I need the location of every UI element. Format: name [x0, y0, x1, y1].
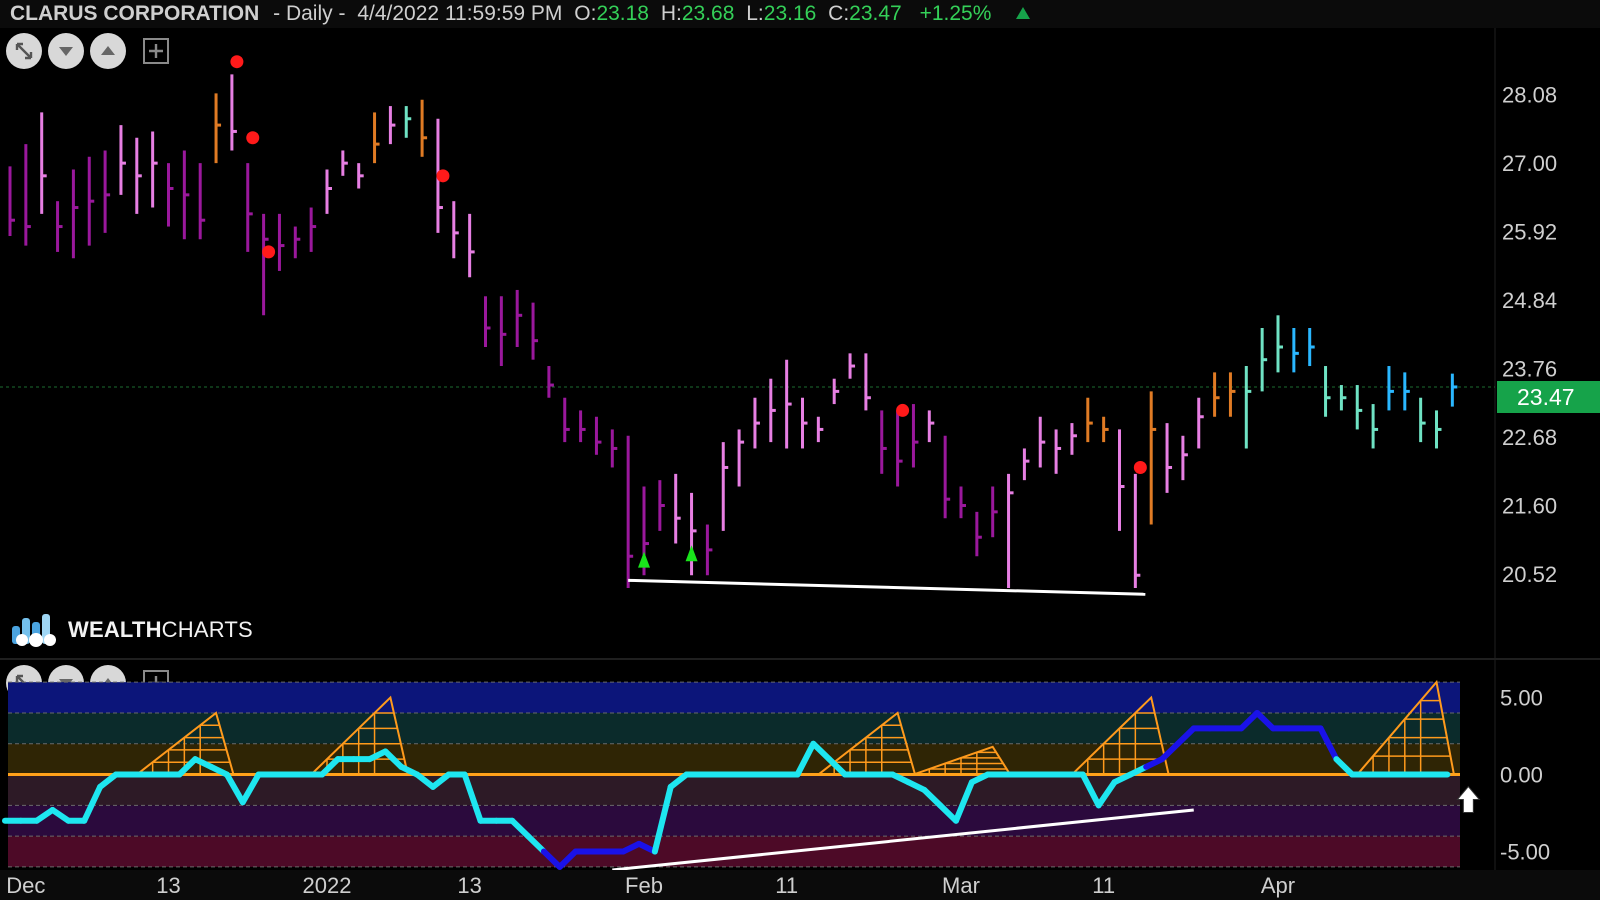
date-axis: Dec 13 2022 13 Feb 11 Mar 11 Apr: [0, 870, 1600, 900]
price-chart[interactable]: 28.08 27.00 25.92 24.84 23.76 22.68 21.60 20.52…: [0, 0, 1600, 900]
date-axis-tick-label: 11: [1092, 873, 1115, 898]
price-axis-tick-label: 20.52: [1502, 562, 1557, 587]
oscillator-axis-tick-label: 5.00: [1500, 686, 1543, 711]
date-axis-tick-label: 13: [156, 873, 180, 898]
oscillator-axis-tick-label: -5.00: [1500, 840, 1550, 865]
date-axis-tick-label: Mar: [942, 873, 980, 898]
wealthcharts-logo: WEALTHCHARTS: [10, 612, 253, 648]
red-dot-signal: [1133, 460, 1147, 474]
oscillator-band: [8, 774, 1460, 806]
price-axis-tick-label: 27.00: [1502, 151, 1557, 176]
red-dot-signal: [896, 403, 910, 417]
grid-lines: [0, 28, 1600, 870]
date-axis-tick-label: 11: [775, 873, 798, 898]
price-axis: 28.08 27.00 25.92 24.84 23.76 22.68 21.60 20.52: [1502, 83, 1557, 587]
arrow-up-icon: [1456, 785, 1481, 814]
date-axis-tick-label: 2022: [303, 873, 352, 898]
red-dot-signal: [230, 55, 244, 69]
red-dot-signal: [436, 169, 450, 183]
date-axis-tick-label: Dec: [6, 873, 45, 898]
green-triangle-signal: [685, 545, 698, 562]
red-dot-signal: [262, 245, 276, 259]
price-axis-tick-label: 21.60: [1502, 494, 1557, 519]
red-dot-signal: [246, 131, 260, 145]
price-axis-tick-label: 23.76: [1502, 357, 1557, 382]
price-axis-tick-label: 22.68: [1502, 425, 1557, 450]
green-triangle-signal: [638, 551, 650, 568]
price-bars: [8, 74, 1458, 588]
price-axis-tick-label: 28.08: [1502, 83, 1557, 108]
oscillator-band: [8, 805, 1460, 837]
oscillator-axis-tick-label: 0.00: [1500, 763, 1543, 788]
oscillator-band: [8, 682, 1460, 713]
support-trendline: [628, 578, 1146, 596]
price-trendline: [628, 578, 1146, 596]
price-axis-tick-label: 24.84: [1502, 288, 1557, 313]
last-price-tag: 23.47: [1497, 381, 1600, 413]
date-axis-tick-label: Feb: [625, 873, 663, 898]
logo-icon: [12, 614, 56, 647]
date-axis-tick-label: 13: [457, 873, 481, 898]
arrow-up-icon: [1456, 785, 1481, 814]
price-axis-tick-label: 25.92: [1502, 220, 1557, 245]
date-axis-tick-label: Apr: [1261, 873, 1295, 898]
logo-text: WEALTHCHARTS: [68, 617, 253, 642]
date-axis-background: [0, 870, 1600, 900]
oscillator-axis: 5.00 0.00 -5.00: [1500, 686, 1550, 865]
oscillator-band: [8, 836, 1460, 867]
